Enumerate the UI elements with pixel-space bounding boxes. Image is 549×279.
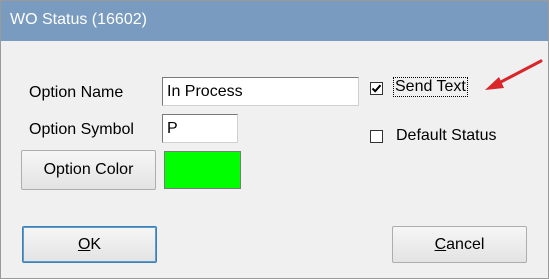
title-bar[interactable]: WO Status (16602)	[1, 1, 548, 41]
option-symbol-input[interactable]	[162, 114, 238, 143]
ok-button[interactable]: OK	[22, 226, 157, 263]
dialog-window: WO Status (16602) Option Name Option Sym…	[0, 0, 549, 279]
window-title: WO Status (16602)	[10, 11, 147, 28]
ok-label-rest: K	[90, 235, 102, 253]
option-symbol-label: Option Symbol	[29, 121, 134, 138]
default-status-checkbox[interactable]	[370, 130, 383, 143]
option-color-button[interactable]: Option Color	[21, 150, 156, 190]
option-name-input[interactable]	[162, 77, 359, 106]
red-arrow-icon	[485, 59, 543, 90]
ok-mnemonic: O	[77, 235, 91, 253]
cancel-mnemonic: C	[434, 235, 447, 253]
send-text-label[interactable]: Send Text	[393, 77, 468, 97]
option-name-label: Option Name	[29, 84, 124, 101]
option-color-swatch	[164, 151, 241, 189]
checkmark-icon	[371, 84, 382, 93]
default-status-label[interactable]: Default Status	[396, 127, 497, 145]
send-text-checkbox[interactable]	[370, 82, 383, 95]
cancel-button[interactable]: Cancel	[392, 226, 527, 263]
cancel-label-rest: ancel	[446, 235, 485, 253]
option-color-button-label: Option Color	[43, 161, 134, 178]
